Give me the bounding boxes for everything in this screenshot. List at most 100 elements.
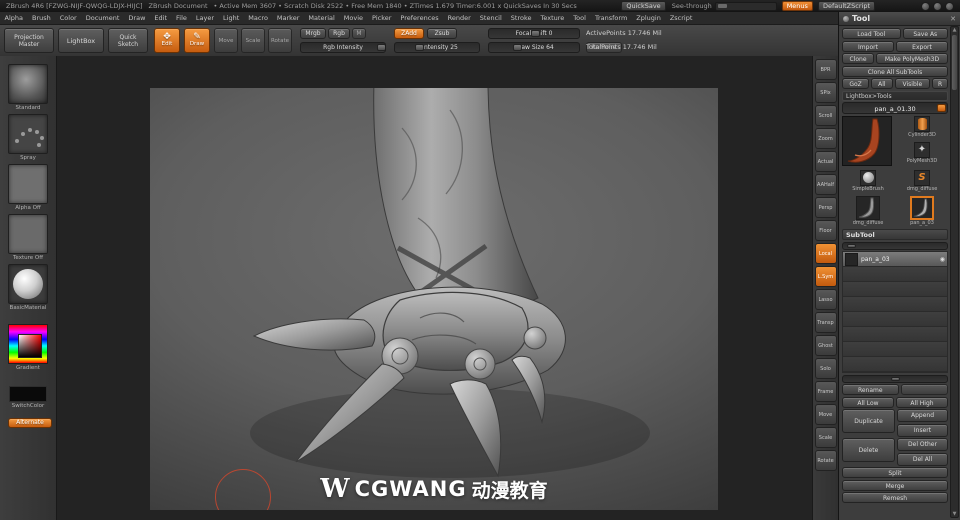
menu-item-alpha[interactable]: Alpha: [0, 14, 27, 22]
subtool-row-selected[interactable]: pan_a_03 ◉: [843, 252, 947, 267]
menu-item-material[interactable]: Material: [304, 14, 339, 22]
rgb-intensity-handle[interactable]: [377, 44, 385, 51]
subtool-extra-button[interactable]: [900, 384, 948, 395]
del-all-button[interactable]: Del All: [897, 452, 948, 466]
subtool-eye-icon[interactable]: ◉: [940, 256, 945, 263]
rgb-intensity-slider[interactable]: Rgb Intensity: [300, 42, 386, 53]
split-button[interactable]: Split: [842, 467, 948, 478]
merge-button[interactable]: Merge: [842, 479, 948, 491]
current-alpha-thumbnail[interactable]: [8, 164, 48, 204]
zadd-button[interactable]: ZAdd: [394, 28, 424, 39]
restore-icon[interactable]: [933, 1, 942, 11]
import-button[interactable]: Import: [842, 40, 894, 52]
subtool-row[interactable]: [843, 267, 947, 282]
menu-item-marker[interactable]: Marker: [272, 14, 303, 22]
menu-item-document[interactable]: Document: [81, 14, 124, 22]
move3d-button[interactable]: Move: [814, 404, 837, 425]
goz-r-button[interactable]: R: [932, 78, 948, 89]
lsym-button[interactable]: L.Sym: [814, 266, 837, 287]
tool-thumb-simplebrush[interactable]: SimpleBrush: [842, 169, 894, 192]
draw-size-handle[interactable]: [513, 44, 522, 51]
save-as-button[interactable]: Save As: [902, 28, 948, 39]
scroll-down-icon[interactable]: ▼: [951, 511, 958, 517]
projection-master-button[interactable]: Projection Master: [4, 28, 54, 53]
menu-item-light[interactable]: Light: [219, 14, 244, 22]
insert-button[interactable]: Insert: [897, 423, 948, 437]
goz-visible-button[interactable]: Visible: [894, 78, 931, 89]
color-picker[interactable]: [8, 324, 48, 364]
actual-button[interactable]: Actual: [814, 151, 837, 172]
spix-button[interactable]: SPix: [814, 82, 837, 103]
duplicate-button[interactable]: Duplicate: [842, 409, 895, 433]
export-button[interactable]: Export: [896, 40, 948, 52]
focal-shift-slider[interactable]: Focal Shift 0: [488, 28, 580, 39]
zoom-button[interactable]: Zoom: [814, 128, 837, 149]
menu-item-draw[interactable]: Draw: [124, 14, 150, 22]
default-zscript-button[interactable]: DefaultZScript: [817, 1, 875, 11]
transp-button[interactable]: Transp: [814, 312, 837, 333]
goz-button[interactable]: GoZ: [842, 78, 870, 89]
remesh-button[interactable]: Remesh: [842, 492, 948, 503]
tool-thumb-dmg-diffuse[interactable]: S dmg_diffuse: [896, 169, 948, 192]
tool-thumb-claw-selected[interactable]: pan_a_03: [896, 195, 948, 226]
menu-item-tool[interactable]: Tool: [569, 14, 591, 22]
scale-mode-button[interactable]: Scale: [241, 28, 265, 53]
color-sv-box[interactable]: [18, 334, 42, 358]
lightbox-button[interactable]: LightBox: [58, 28, 104, 53]
palette-close-icon[interactable]: ✕: [950, 15, 956, 23]
quicksave-button[interactable]: QuickSave: [621, 1, 666, 11]
clone-all-subtools-button[interactable]: Clone All SubTools: [842, 65, 948, 77]
subtool-row[interactable]: [843, 282, 947, 297]
subtool-scroll-slider[interactable]: [842, 374, 948, 383]
scale3d-button[interactable]: Scale: [814, 427, 837, 448]
del-other-button[interactable]: Del Other: [897, 438, 948, 451]
scroll-up-icon[interactable]: ▲: [951, 27, 958, 33]
draw-size-slider[interactable]: Draw Size 64: [488, 42, 580, 53]
ghost-button[interactable]: Ghost: [814, 335, 837, 356]
menu-item-stencil[interactable]: Stencil: [475, 14, 506, 22]
all-low-button[interactable]: All Low: [842, 396, 894, 408]
goz-all-button[interactable]: All: [871, 78, 893, 89]
subtool-row[interactable]: [843, 327, 947, 342]
menu-item-color[interactable]: Color: [55, 14, 81, 22]
zsub-button[interactable]: Zsub: [427, 28, 457, 39]
switchcolor-swatch[interactable]: [9, 386, 47, 402]
menu-item-zscript[interactable]: Zscript: [665, 14, 697, 22]
z-intensity-slider[interactable]: Z Intensity 25: [394, 42, 480, 53]
current-stroke-thumbnail[interactable]: [8, 114, 48, 154]
subtool-scroll-handle[interactable]: [891, 376, 900, 381]
floor-button[interactable]: Floor: [814, 220, 837, 241]
menu-item-texture[interactable]: Texture: [536, 14, 569, 22]
sculpt-document[interactable]: W CGWANG 动漫教育: [150, 88, 718, 510]
subtool-slider-handle[interactable]: [847, 243, 856, 248]
subtool-slider[interactable]: [842, 241, 948, 250]
clone-button[interactable]: Clone: [842, 53, 874, 64]
current-material-thumbnail[interactable]: [8, 264, 48, 304]
subtool-row[interactable]: [843, 357, 947, 372]
solo-button[interactable]: Solo: [814, 358, 837, 379]
tool-panel-scrollbar[interactable]: ▲ ▼: [950, 26, 959, 518]
menu-item-macro[interactable]: Macro: [244, 14, 273, 22]
active-tool-thumbnail[interactable]: [842, 115, 892, 166]
scroll-button[interactable]: Scroll: [814, 105, 837, 126]
menus-toggle-button[interactable]: Menus: [781, 1, 813, 11]
seethrough-handle[interactable]: [717, 3, 727, 8]
tool-thumb-claw-gray[interactable]: dmg_diffuse: [842, 195, 894, 226]
load-tool-button[interactable]: Load Tool: [842, 28, 901, 39]
subtool-rename-button[interactable]: Rename: [842, 384, 899, 395]
delete-button[interactable]: Delete: [842, 438, 895, 462]
subtool-row[interactable]: [843, 312, 947, 327]
rotate3d-button[interactable]: Rotate: [814, 450, 837, 471]
menu-item-picker[interactable]: Picker: [368, 14, 396, 22]
focal-shift-handle[interactable]: [531, 30, 540, 37]
lightbox-tools-bar[interactable]: Lightbox>Tools: [842, 90, 948, 101]
tool-thumb-polymesh3d[interactable]: ✦ PolyMesh3D: [896, 141, 948, 164]
rotate-mode-button[interactable]: Rotate: [268, 28, 292, 53]
menu-item-edit[interactable]: Edit: [150, 14, 172, 22]
subtool-row[interactable]: [843, 342, 947, 357]
quick-sketch-button[interactable]: Quick Sketch: [108, 28, 148, 53]
menu-item-transform[interactable]: Transform: [590, 14, 631, 22]
alternate-button[interactable]: Alternate: [8, 418, 52, 428]
seethrough-slider[interactable]: [714, 1, 777, 11]
rgb-button[interactable]: Rgb: [328, 28, 350, 39]
